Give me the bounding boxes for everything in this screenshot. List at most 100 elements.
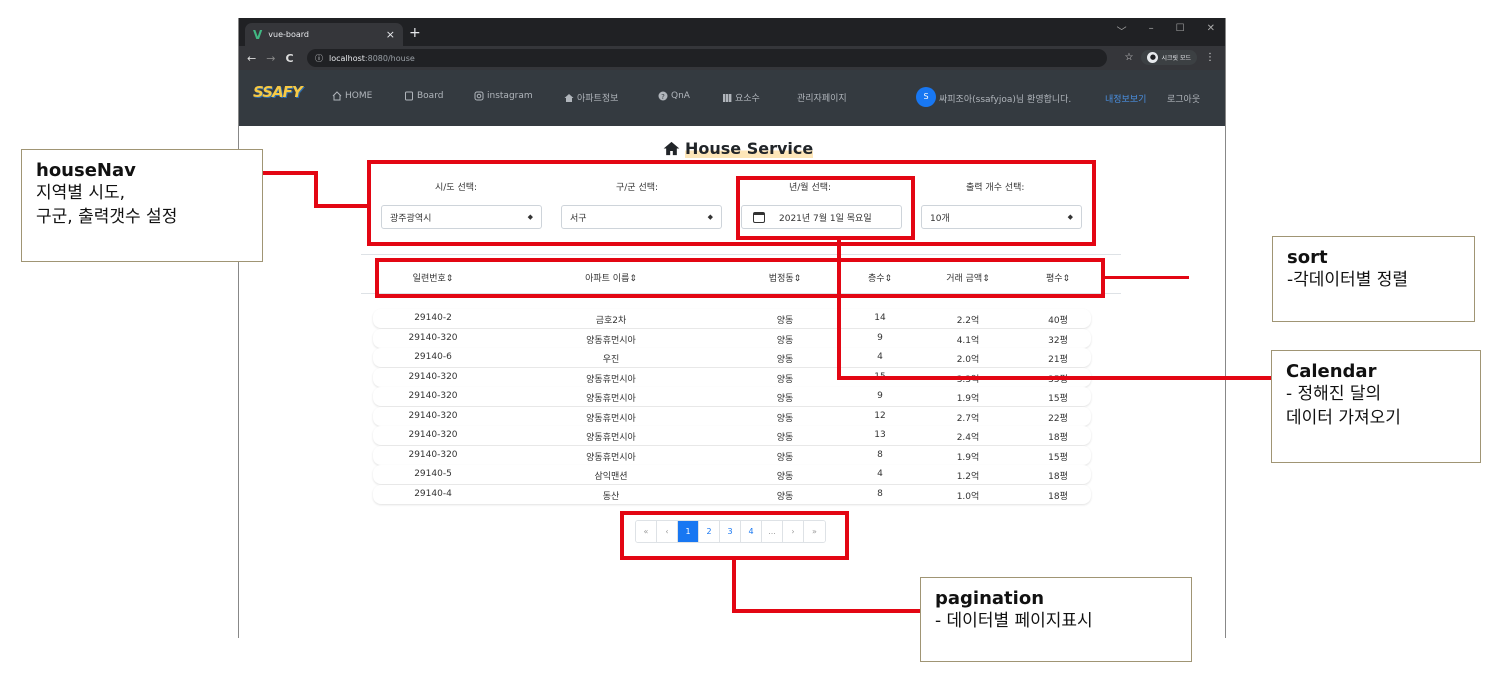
cell-price: 4.1억 xyxy=(956,335,980,346)
logout-link[interactable]: 로그아웃 xyxy=(1167,92,1200,105)
cell-price: 1.2억 xyxy=(956,472,980,482)
connector-line xyxy=(732,609,922,613)
address-bar-row: ← → C ⓘ localhost:8080/house ☆ ● 시크릿 모드 … xyxy=(239,46,1225,70)
window-controls: ﹀ – ☐ ✕ xyxy=(1117,23,1215,38)
cell-area: 18평 xyxy=(1048,472,1068,482)
cell-dong: 양동 xyxy=(776,413,794,424)
svg-text:?: ? xyxy=(661,93,665,101)
home-icon xyxy=(332,91,342,101)
nav-board[interactable]: Board xyxy=(404,91,443,101)
table-row[interactable]: 29140-2 금호2차 양동 14 2.2억 40평 xyxy=(373,309,1091,328)
callout-calendar-title: Calendar xyxy=(1286,361,1377,382)
cell-apt-name: 양동휴먼시아 xyxy=(586,394,636,404)
cell-price: 1.9억 xyxy=(956,394,980,404)
minimize-icon[interactable]: – xyxy=(1149,23,1154,38)
nav-qna-label: QnA xyxy=(671,91,690,101)
tab-search-icon[interactable]: ﹀ xyxy=(1117,23,1127,38)
address-bar-actions: ☆ ● 시크릿 모드 ⋮ xyxy=(1125,50,1215,65)
callout-sort-title: sort xyxy=(1287,247,1328,268)
cell-dong: 양동 xyxy=(776,491,794,502)
browser-titlebar: V vue-board × + ﹀ – ☐ ✕ xyxy=(239,18,1225,46)
cell-floor: 8 xyxy=(877,449,883,460)
cell-floor: 8 xyxy=(877,488,883,499)
my-info-link[interactable]: 내정보보기 xyxy=(1105,92,1146,105)
housenav-highlight xyxy=(367,160,1096,246)
sort-highlight xyxy=(375,258,1105,298)
table-row[interactable]: 29140-5 삼익맨션 양동 4 1.2억 18평 xyxy=(373,465,1091,484)
table-row[interactable]: 29140-320 양동휴먼시아 양동 13 2.4억 18평 xyxy=(373,426,1091,445)
calendar-highlight xyxy=(736,176,915,240)
table-row[interactable]: 29140-320 양동휴먼시아 양동 9 4.1억 32평 xyxy=(373,328,1091,348)
connector-line xyxy=(732,558,736,613)
table-row[interactable]: 29140-4 동산 양동 8 1.0억 18평 xyxy=(373,484,1091,504)
browser-tab[interactable]: V vue-board × xyxy=(245,23,403,46)
site-info-icon[interactable]: ⓘ xyxy=(315,53,323,64)
cell-price: 2.4억 xyxy=(956,433,980,443)
forward-icon[interactable]: → xyxy=(266,52,275,65)
connector-line xyxy=(314,171,318,208)
table-row[interactable]: 29140-320 양동휴먼시아 양동 8 1.9억 15평 xyxy=(373,445,1091,465)
ssafy-logo[interactable]: SSAFY xyxy=(253,83,303,101)
cell-serial: 29140-320 xyxy=(408,332,458,343)
pagination-highlight xyxy=(620,511,849,560)
callout-housenav-title: houseNav xyxy=(36,160,136,181)
cell-dong: 양동 xyxy=(776,374,794,385)
board-icon xyxy=(405,91,413,101)
nav-urea[interactable]: 요소수 xyxy=(722,91,760,104)
cell-floor: 9 xyxy=(877,391,883,401)
nav-qna[interactable]: ? QnA xyxy=(658,91,690,101)
cell-price: 2.0억 xyxy=(956,355,980,365)
cell-area: 18평 xyxy=(1048,433,1068,443)
app-navbar: SSAFY HOME Board instagram 아파트정보 ? QnA 요… xyxy=(239,70,1225,126)
house-icon xyxy=(564,93,574,102)
vue-logo-icon: V xyxy=(253,27,263,42)
cell-dong: 양동 xyxy=(776,433,794,443)
reload-icon[interactable]: C xyxy=(285,52,293,65)
cell-area: 15평 xyxy=(1048,452,1068,463)
table-row[interactable]: 29140-320 양동휴먼시아 양동 9 1.9억 15평 xyxy=(373,387,1091,406)
nav-admin[interactable]: 관리자페이지 xyxy=(797,91,847,104)
cell-serial: 29140-6 xyxy=(414,352,452,362)
nav-admin-label: 관리자페이지 xyxy=(797,94,847,104)
cell-floor: 14 xyxy=(874,313,886,323)
welcome-text: 싸피조아(ssafyjoa)님 환영합니다. xyxy=(939,95,1072,105)
browser-menu-icon[interactable]: ⋮ xyxy=(1205,52,1215,63)
tab-close-icon[interactable]: × xyxy=(386,28,395,41)
close-window-icon[interactable]: ✕ xyxy=(1207,23,1215,38)
callout-housenav-desc: 지역별 시도, 구군, 출력갯수 설정 xyxy=(36,183,178,227)
cell-dong: 양동 xyxy=(776,355,794,365)
new-tab-button[interactable]: + xyxy=(409,25,421,41)
table-row[interactable]: 29140-6 우진 양동 4 2.0억 21평 xyxy=(373,348,1091,367)
incognito-icon: ● xyxy=(1147,52,1159,63)
cell-area: 22평 xyxy=(1048,413,1068,424)
columns-icon xyxy=(723,93,732,102)
cell-area: 18평 xyxy=(1048,491,1068,502)
back-icon[interactable]: ← xyxy=(247,52,256,65)
maximize-icon[interactable]: ☐ xyxy=(1176,23,1185,38)
cell-floor: 4 xyxy=(877,469,883,479)
cell-area: 40평 xyxy=(1048,316,1068,326)
nav-instagram-label: instagram xyxy=(487,91,533,101)
nav-instagram[interactable]: instagram xyxy=(474,91,533,101)
connector-line xyxy=(837,376,1273,380)
annotated-screenshot: V vue-board × + ﹀ – ☐ ✕ ← → C ⓘ localhos… xyxy=(0,0,1500,677)
table-row[interactable]: 29140-320 양동휴먼시아 양동 12 2.7억 22평 xyxy=(373,406,1091,426)
cell-serial: 29140-320 xyxy=(408,449,458,460)
nav-apartment-label: 아파트정보 xyxy=(577,94,619,104)
cell-apt-name: 금호2차 xyxy=(595,316,627,326)
url-path: :8080/house xyxy=(364,53,415,63)
cell-apt-name: 삼익맨션 xyxy=(594,472,628,482)
callout-sort: sort -각데이터별 정렬 xyxy=(1272,236,1475,322)
callout-calendar: Calendar - 정해진 달의 데이터 가져오기 xyxy=(1271,350,1481,463)
avatar[interactable]: S xyxy=(916,87,936,107)
nav-home[interactable]: HOME xyxy=(332,91,372,101)
callout-housenav: houseNav 지역별 시도, 구군, 출력갯수 설정 xyxy=(21,149,263,262)
cell-price: 2.2억 xyxy=(956,316,980,326)
incognito-badge[interactable]: ● 시크릿 모드 xyxy=(1141,50,1197,65)
nav-apartment[interactable]: 아파트정보 xyxy=(564,91,618,104)
url-field[interactable]: ⓘ localhost:8080/house xyxy=(307,49,1107,67)
cell-apt-name: 양동휴먼시아 xyxy=(586,433,636,443)
cell-serial: 29140-4 xyxy=(414,488,452,499)
bookmark-star-icon[interactable]: ☆ xyxy=(1125,52,1134,63)
callout-pagination-title: pagination xyxy=(935,588,1045,609)
